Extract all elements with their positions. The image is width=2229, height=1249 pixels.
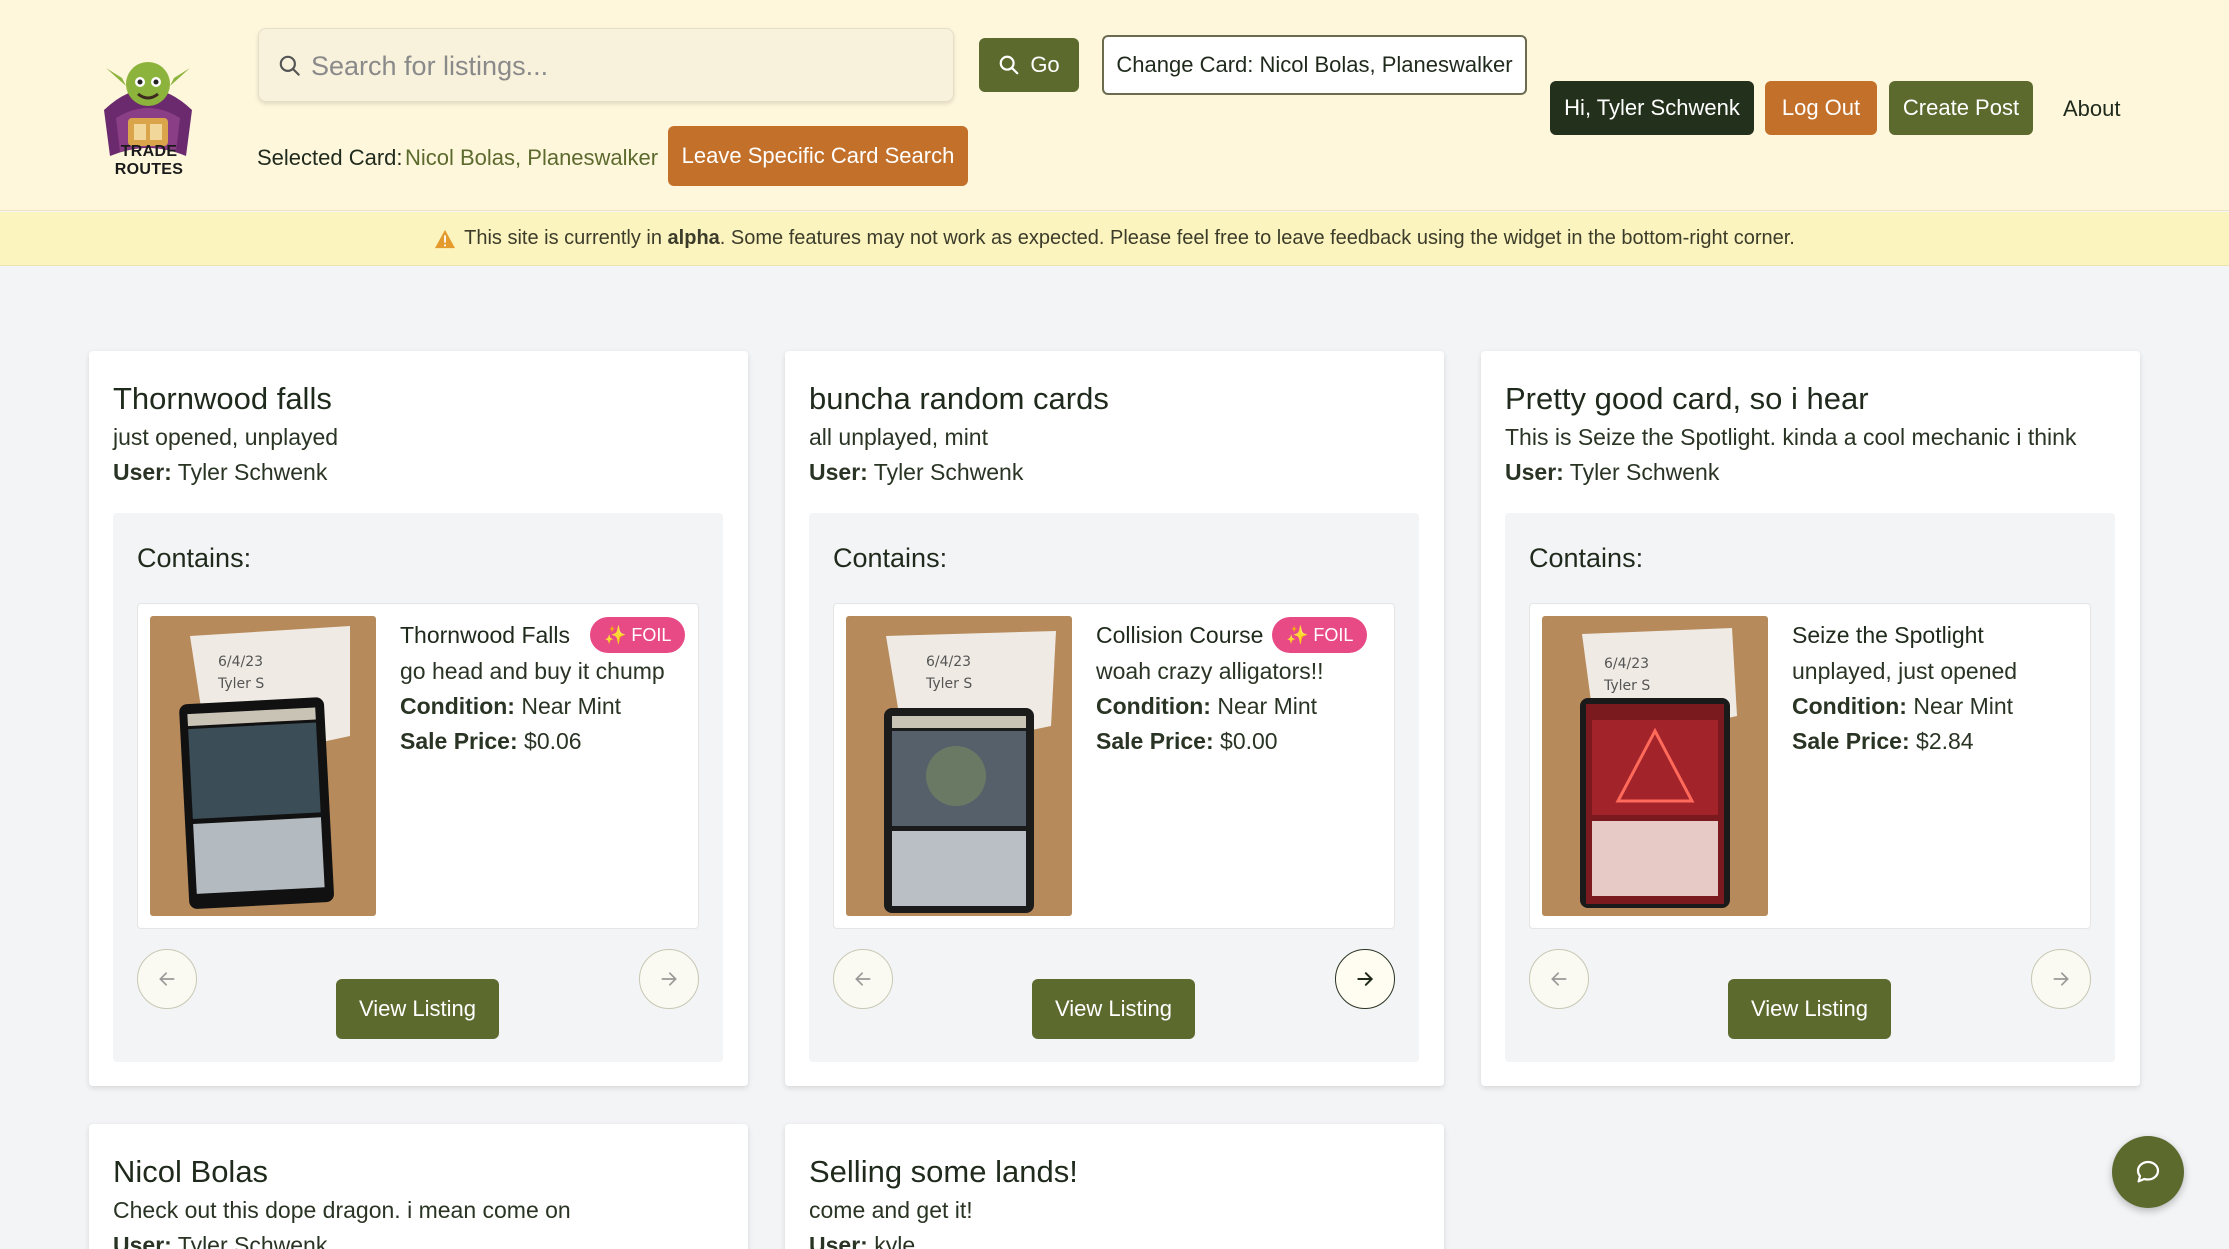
leave-card-search-label: Leave Specific Card Search [681, 143, 955, 168]
listing-card: Pretty good card, so i hear This is Seiz… [1481, 351, 2140, 1086]
svg-text:Tyler S: Tyler S [217, 676, 264, 692]
card-price: Sale Price: $0.06 [400, 728, 582, 754]
header: TRADE ROUTES Go Change Card: Nicol Bolas… [0, 0, 2229, 211]
card-note: woah crazy alligators!! [1096, 658, 1324, 684]
listing-card: Selling some lands! come and get it! Use… [785, 1124, 1444, 1249]
contains-panel: Contains: 6/4/23 Tyler S Seize the Spotl… [1505, 513, 2115, 1062]
listing-description: just opened, unplayed [113, 424, 339, 450]
selected-card-label: Selected Card: [257, 145, 403, 170]
arrow-left-icon [1551, 972, 1567, 986]
card-name: Seize the Spotlight [1792, 622, 1984, 648]
card-condition: Condition: Near Mint [1096, 693, 1318, 719]
arrow-right-icon [2053, 972, 2069, 986]
listing-description: come and get it! [809, 1197, 973, 1223]
search-icon [279, 55, 300, 76]
card-item: 6/4/23 Tyler S Seize the Spotlight unpla… [1529, 603, 2091, 929]
previous-card-button[interactable] [137, 949, 197, 1009]
listing-user: User: Tyler Schwenk [1505, 459, 1720, 485]
listing-card: Nicol Bolas Check out this dope dragon. … [89, 1124, 748, 1249]
card-name: Collision Course [1096, 622, 1264, 648]
chat-bubble-icon [2136, 1160, 2160, 1183]
go-button[interactable]: Go [979, 38, 1079, 92]
card-price: Sale Price: $2.84 [1792, 728, 1974, 754]
svg-text:6/4/23: 6/4/23 [926, 654, 971, 670]
arrow-left-icon [159, 972, 175, 986]
next-card-button[interactable] [1335, 949, 1395, 1009]
listing-description: Check out this dope dragon. i mean come … [113, 1197, 571, 1223]
change-card-button[interactable]: Change Card: Nicol Bolas, Planeswalker [1102, 35, 1527, 95]
leave-card-search-button[interactable]: Leave Specific Card Search [668, 126, 968, 186]
arrow-right-icon [661, 972, 677, 986]
contains-label: Contains: [137, 543, 252, 573]
previous-card-button[interactable] [833, 949, 893, 1009]
search-input[interactable] [311, 43, 931, 89]
banner-text-prefix: This site is currently in [464, 227, 662, 249]
card-item: 6/4/23 Tyler S Collision Course ✨ FOIL wo… [833, 603, 1395, 929]
view-listing-button[interactable]: View Listing [1728, 979, 1891, 1039]
contains-panel: Contains: 6/4/23 Tyler S Thornwood Falls… [113, 513, 723, 1062]
create-post-button[interactable]: Create Post [1889, 81, 2033, 135]
card-name: Thornwood Falls [400, 622, 571, 648]
card-photo[interactable]: 6/4/23 Tyler S [150, 616, 376, 916]
listing-user: User: kyle [809, 1232, 916, 1249]
previous-card-button[interactable] [1529, 949, 1589, 1009]
listing-description: all unplayed, mint [809, 424, 988, 450]
create-post-label: Create Post [1902, 95, 2020, 120]
listing-title: Nicol Bolas [113, 1154, 269, 1189]
listing-title: Selling some lands! [809, 1154, 1078, 1189]
search-box[interactable] [258, 28, 954, 102]
listing-user: User: Tyler Schwenk [113, 1232, 328, 1249]
user-greeting-button[interactable]: Hi, Tyler Schwenk [1550, 81, 1754, 135]
contains-label: Contains: [1529, 543, 1644, 573]
banner-text-emphasis: alpha [667, 227, 720, 249]
listing-title: Pretty good card, so i hear [1505, 381, 1869, 416]
foil-badge: ✨ FOIL [590, 617, 686, 653]
listing-card: Thornwood falls just opened, unplayed Us… [89, 351, 748, 1086]
warning-icon [435, 229, 456, 248]
search-icon [999, 55, 1019, 75]
alpha-banner: This site is currently in alpha. Some fe… [0, 212, 2229, 266]
sparkle-icon: ✨ [1286, 624, 1309, 645]
svg-text:Tyler S: Tyler S [925, 676, 972, 692]
next-card-button[interactable] [639, 949, 699, 1009]
view-listing-button[interactable]: View Listing [1032, 979, 1195, 1039]
card-item: 6/4/23 Tyler S Thornwood Falls ✨ FOIL go … [137, 603, 699, 929]
card-condition: Condition: Near Mint [1792, 693, 2014, 719]
log-out-button[interactable]: Log Out [1765, 81, 1877, 135]
selected-card-value: Nicol Bolas, Planeswalker [405, 145, 659, 170]
log-out-label: Log Out [1781, 95, 1861, 120]
logo-text: TRADE ROUTES [114, 143, 184, 178]
listing-description: This is Seize the Spotlight. kinda a coo… [1505, 424, 2077, 450]
card-price: Sale Price: $0.00 [1096, 728, 1278, 754]
view-listing-button[interactable]: View Listing [336, 979, 499, 1039]
listing-title: Thornwood falls [113, 381, 332, 416]
feedback-chat-button[interactable] [2112, 1136, 2184, 1208]
listing-title: buncha random cards [809, 381, 1109, 416]
user-greeting-label: Hi, Tyler Schwenk [1564, 95, 1740, 120]
card-condition: Condition: Near Mint [400, 693, 622, 719]
card-note: unplayed, just opened [1792, 658, 2018, 684]
about-link[interactable]: About [2063, 96, 2121, 122]
listing-user: User: Tyler Schwenk [113, 459, 328, 485]
next-card-button[interactable] [2031, 949, 2091, 1009]
svg-text:Tyler S: Tyler S [1603, 678, 1650, 694]
sparkle-icon: ✨ [604, 624, 627, 645]
svg-text:6/4/23: 6/4/23 [1604, 656, 1649, 672]
contains-label: Contains: [833, 543, 948, 573]
listing-user: User: Tyler Schwenk [809, 459, 1024, 485]
contains-panel: Contains: 6/4/23 Tyler S Collision Cours… [809, 513, 1419, 1062]
banner-text-suffix: . Some features may not work as expected… [719, 227, 1795, 249]
change-card-label: Change Card: Nicol Bolas, Planeswalker [1116, 52, 1513, 77]
arrow-right-icon [1357, 972, 1374, 986]
arrow-left-icon [855, 972, 871, 986]
card-photo[interactable]: 6/4/23 Tyler S [846, 616, 1072, 916]
card-photo[interactable]: 6/4/23 Tyler S [1542, 616, 1768, 916]
svg-text:6/4/23: 6/4/23 [218, 654, 263, 670]
foil-badge: ✨ FOIL [1272, 617, 1368, 653]
listing-card: buncha random cards all unplayed, mint U… [785, 351, 1444, 1086]
go-button-label: Go [1030, 52, 1060, 77]
card-note: go head and buy it chump [400, 658, 665, 684]
